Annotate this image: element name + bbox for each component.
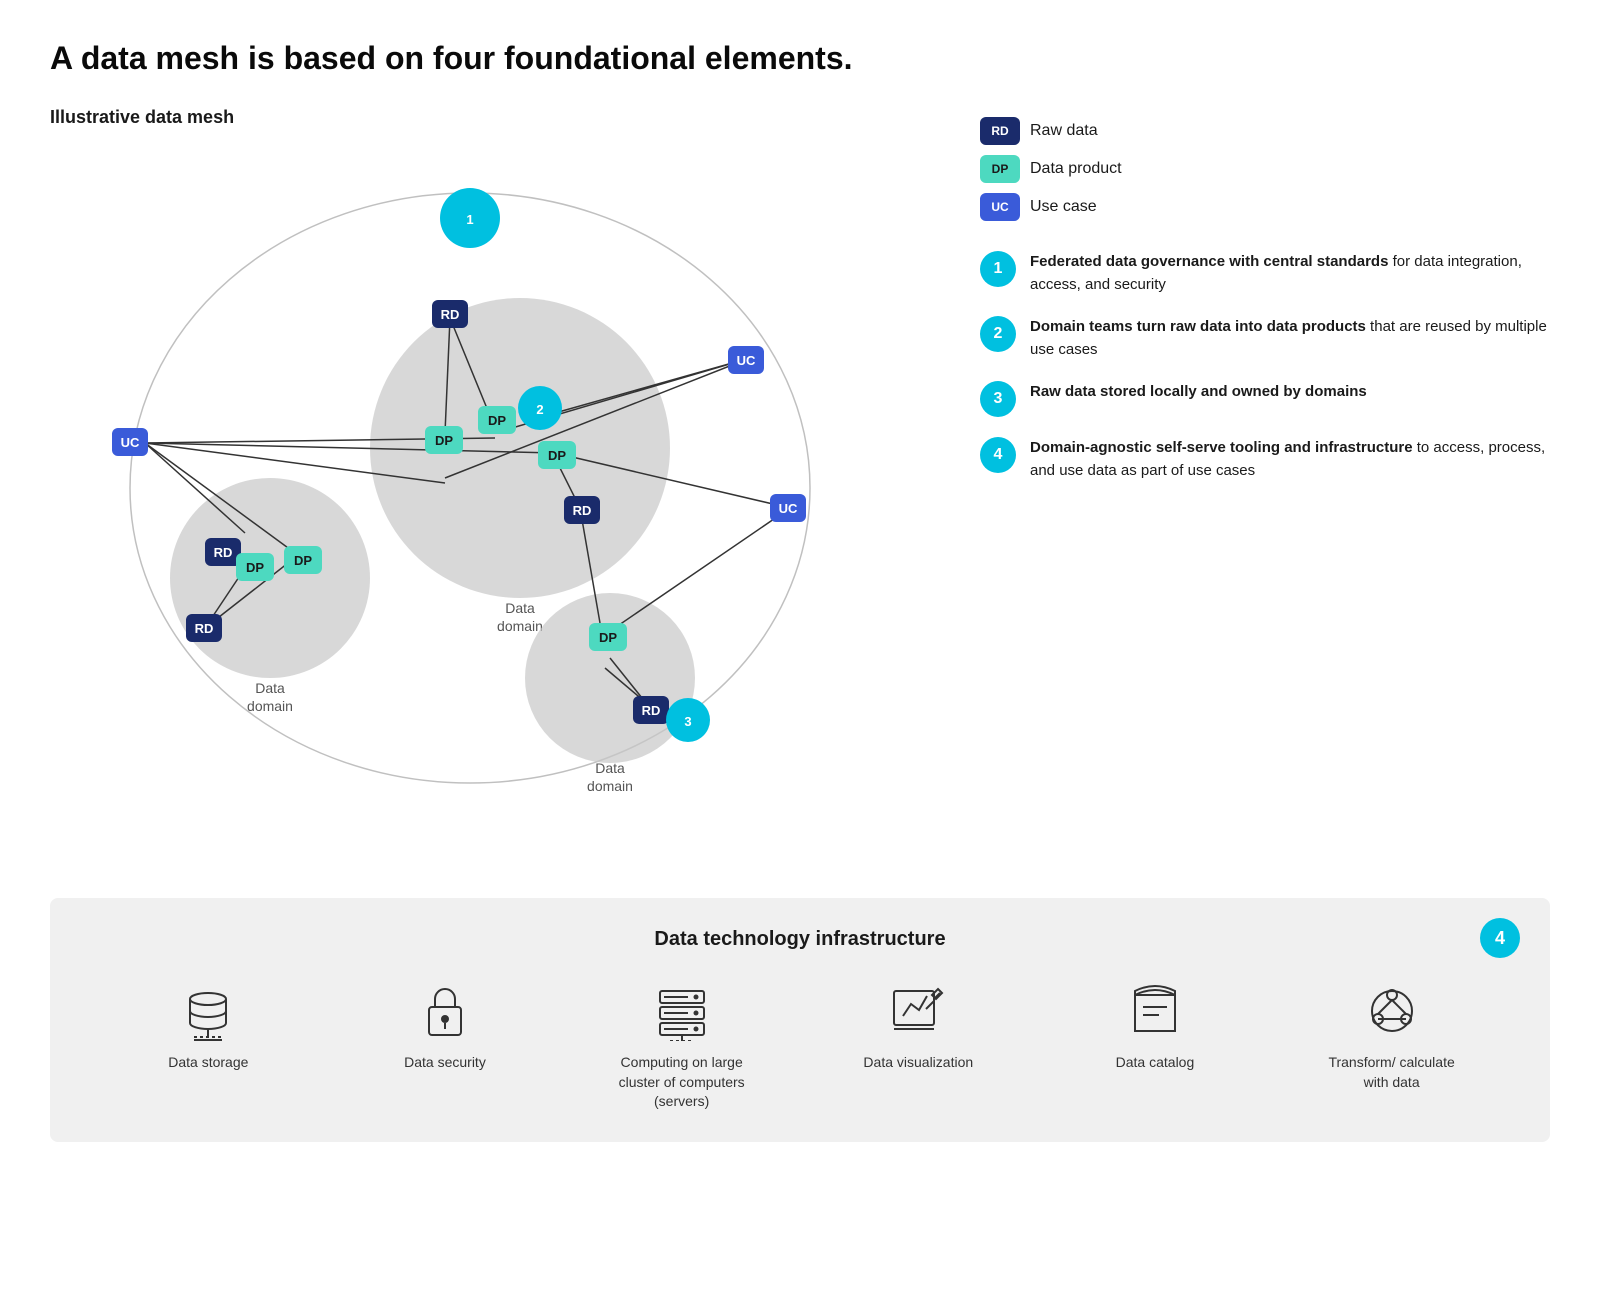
key-item-text-3: Raw data stored locally and owned by dom… (1030, 381, 1367, 404)
key-item-1: 1 Federated data governance with central… (980, 251, 1550, 296)
svg-text:domain: domain (587, 778, 633, 794)
svg-text:RD: RD (195, 621, 214, 636)
key-number-3: 3 (980, 381, 1016, 417)
svg-text:Data: Data (595, 760, 625, 776)
diagram-label: Illustrative data mesh (50, 107, 950, 128)
data-storage-icon (178, 981, 238, 1041)
svg-text:UC: UC (779, 501, 798, 516)
infra-item-computing: Computing on large cluster of computers … (612, 981, 752, 1112)
legend-badge-dp: DP (980, 155, 1020, 183)
right-panel: RD Raw data DP Data product UC Use case … (980, 107, 1550, 868)
infra-title: Data technology infrastructure (90, 928, 1510, 951)
legend-badge-rd: RD (980, 117, 1020, 145)
legend-label-dp: Data product (1030, 160, 1122, 178)
legend-item-uc: UC Use case (980, 193, 1550, 221)
key-item-bold-3: Raw data stored locally and owned by dom… (1030, 383, 1367, 400)
svg-text:1: 1 (466, 212, 473, 227)
data-viz-icon (888, 981, 948, 1041)
legend-badge-uc: UC (980, 193, 1020, 221)
key-item-bold-1: Federated data governance with central s… (1030, 253, 1388, 270)
svg-text:UC: UC (737, 353, 756, 368)
legend-item-rd: RD Raw data (980, 117, 1550, 145)
legend-label-uc: Use case (1030, 198, 1097, 216)
infra-item-data-catalog: Data catalog (1085, 981, 1225, 1073)
svg-text:Data: Data (255, 680, 285, 696)
infra-number: 4 (1480, 918, 1520, 958)
svg-text:RD: RD (573, 503, 592, 518)
key-number-1: 1 (980, 251, 1016, 287)
infra-item-data-storage: Data storage (138, 981, 278, 1073)
left-panel: Illustrative data mesh 1 Data domain Dat… (50, 107, 950, 868)
key-item-text-2: Domain teams turn raw data into data pro… (1030, 316, 1550, 361)
svg-text:DP: DP (246, 560, 264, 575)
infra-label-computing: Computing on large cluster of computers … (612, 1053, 752, 1112)
data-catalog-icon (1125, 981, 1185, 1041)
transform-icon (1362, 981, 1422, 1041)
svg-text:DP: DP (294, 553, 312, 568)
svg-text:DP: DP (488, 413, 506, 428)
svg-text:DP: DP (435, 433, 453, 448)
legend-label-rd: Raw data (1030, 122, 1098, 140)
key-item-bold-2: Domain teams turn raw data into data pro… (1030, 318, 1366, 335)
infra-label-transform: Transform/ calculate with data (1322, 1053, 1462, 1092)
key-item-bold-4: Domain-agnostic self-serve tooling and i… (1030, 439, 1413, 456)
key-item-text-4: Domain-agnostic self-serve tooling and i… (1030, 437, 1550, 482)
page-title: A data mesh is based on four foundationa… (50, 40, 1550, 77)
key-item-2: 2 Domain teams turn raw data into data p… (980, 316, 1550, 361)
svg-text:RD: RD (642, 703, 661, 718)
legend-item-dp: DP Data product (980, 155, 1550, 183)
key-item-3: 3 Raw data stored locally and owned by d… (980, 381, 1550, 417)
svg-text:domain: domain (247, 698, 293, 714)
infra-label-storage: Data storage (168, 1053, 248, 1073)
svg-text:DP: DP (548, 448, 566, 463)
svg-text:RD: RD (441, 307, 460, 322)
svg-text:Data: Data (505, 600, 535, 616)
svg-text:domain: domain (497, 618, 543, 634)
key-item-4: 4 Domain-agnostic self-serve tooling and… (980, 437, 1550, 482)
svg-text:3: 3 (684, 714, 691, 729)
legend: RD Raw data DP Data product UC Use case (980, 117, 1550, 221)
diagram-svg: 1 Data domain Data domain Data domain (50, 148, 910, 868)
key-items: 1 Federated data governance with central… (980, 251, 1550, 482)
key-item-text-1: Federated data governance with central s… (1030, 251, 1550, 296)
key-number-2: 2 (980, 316, 1016, 352)
data-security-icon (415, 981, 475, 1041)
diagram-container: 1 Data domain Data domain Data domain (50, 148, 910, 868)
content-area: Illustrative data mesh 1 Data domain Dat… (50, 107, 1550, 868)
infra-item-data-security: Data security (375, 981, 515, 1073)
svg-text:DP: DP (599, 630, 617, 645)
svg-text:2: 2 (536, 402, 543, 417)
key-number-4: 4 (980, 437, 1016, 473)
infra-item-transform: Transform/ calculate with data (1322, 981, 1462, 1092)
infra-panel: 4 Data technology infrastructure Data st… (50, 898, 1550, 1142)
computing-icon (652, 981, 712, 1041)
svg-text:UC: UC (121, 435, 140, 450)
infra-item-data-viz: Data visualization (848, 981, 988, 1073)
infra-label-catalog: Data catalog (1116, 1053, 1195, 1073)
svg-text:RD: RD (214, 545, 233, 560)
infra-label-security: Data security (404, 1053, 486, 1073)
infra-icons: Data storage Data security (90, 981, 1510, 1112)
infra-label-viz: Data visualization (863, 1053, 973, 1073)
